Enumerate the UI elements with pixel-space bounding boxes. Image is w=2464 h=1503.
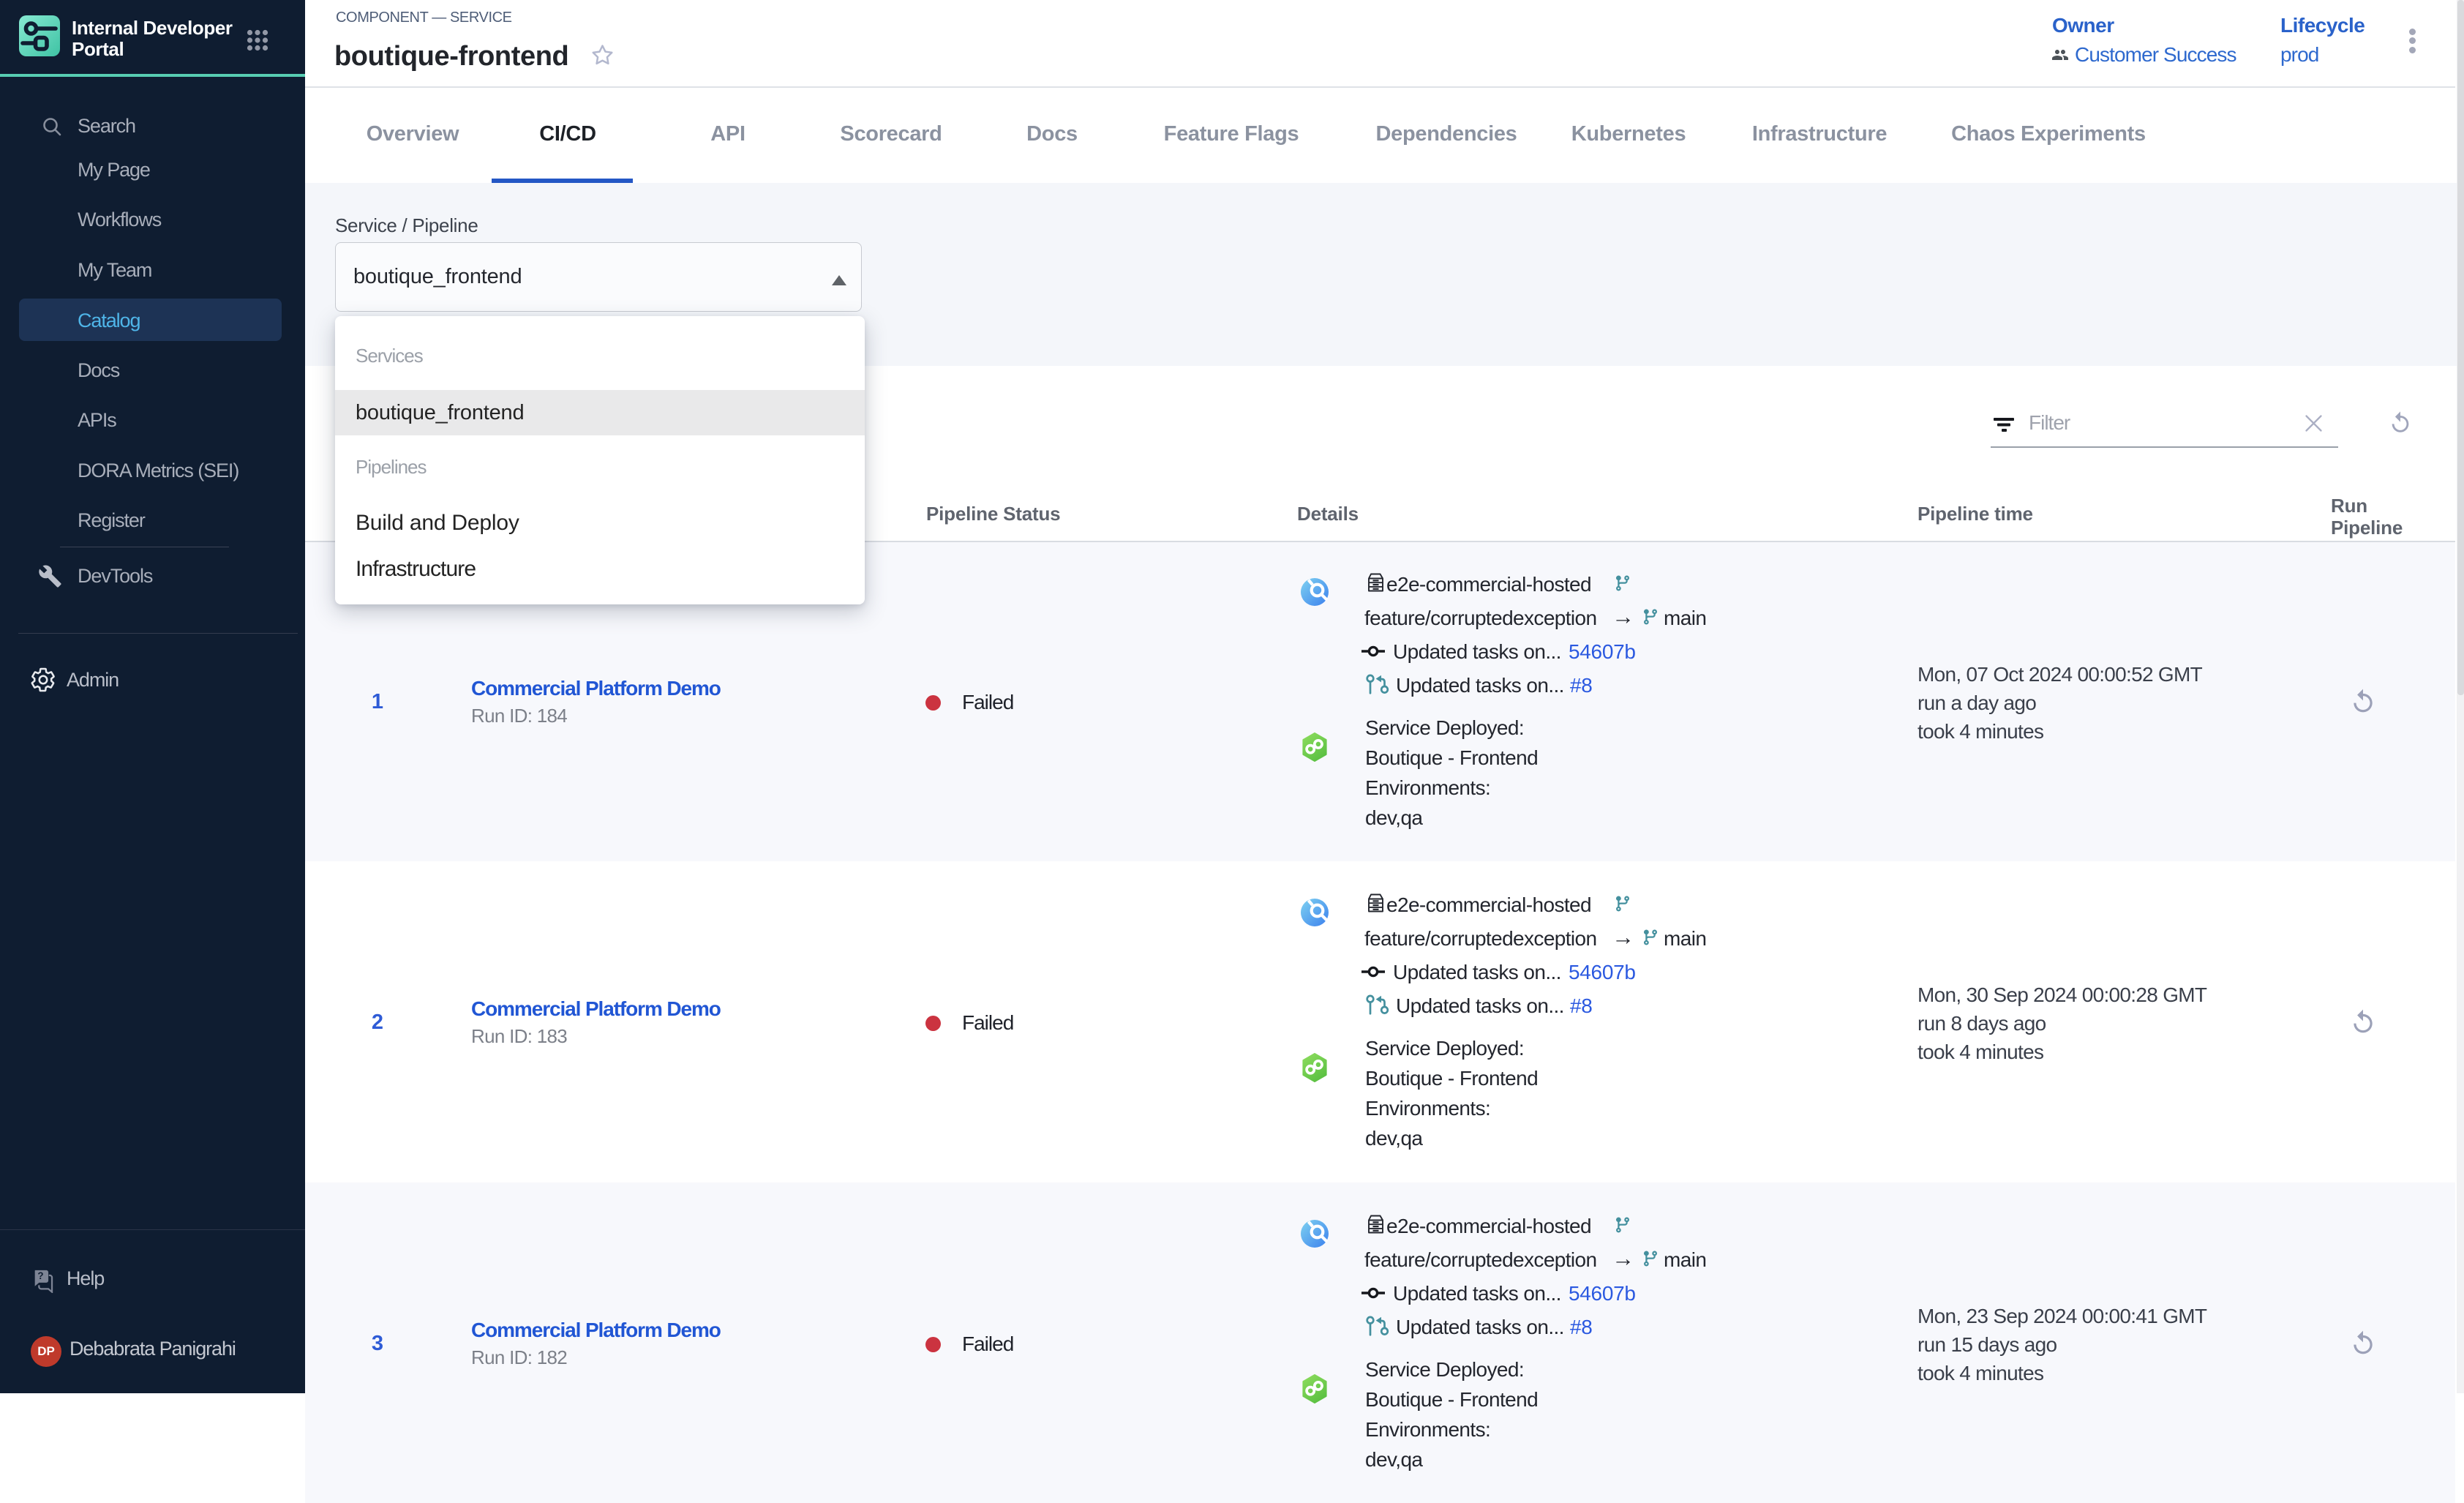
svg-text:?: ?	[37, 1270, 43, 1281]
